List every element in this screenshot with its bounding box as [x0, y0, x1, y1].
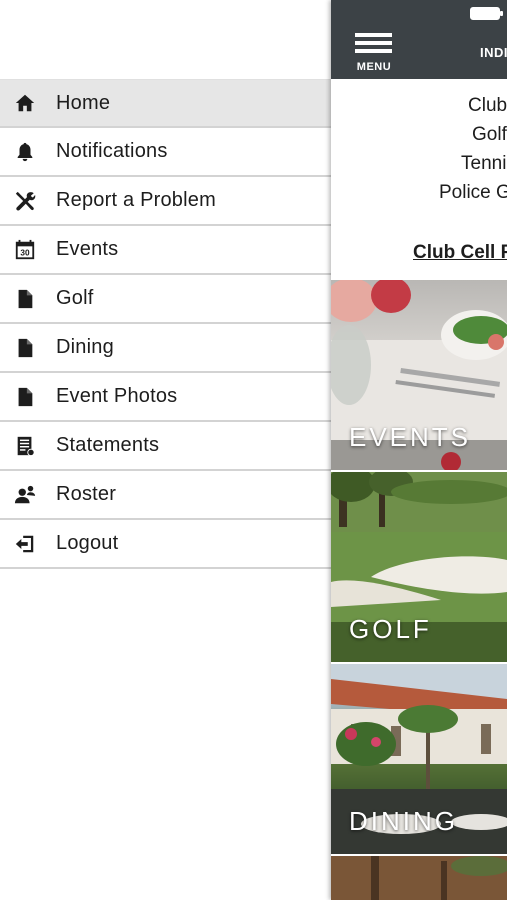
menu-item-report-problem[interactable]: Report a Problem	[0, 177, 331, 226]
menu-item-dining[interactable]: Dining	[0, 324, 331, 373]
next-tile-image	[331, 856, 507, 900]
next-tile[interactable]	[331, 856, 507, 900]
menu-button[interactable]: MENU	[353, 33, 395, 73]
battery-icon	[470, 7, 503, 20]
bell-icon	[13, 140, 37, 164]
menu-item-label: Home	[56, 91, 111, 114]
info-line: Golf	[472, 124, 507, 145]
menu-item-label: Logout	[56, 532, 119, 554]
menu-item-home[interactable]: Home	[0, 79, 331, 128]
menu-item-label: Dining	[56, 336, 114, 358]
menu-item-golf[interactable]: Golf	[0, 275, 331, 324]
logout-icon	[13, 532, 37, 556]
home-icon	[13, 91, 37, 115]
menu-item-label: Report a Problem	[56, 189, 216, 211]
document-icon	[13, 287, 37, 311]
menu-item-label: Notifications	[56, 140, 168, 162]
menu-item-label: Event Photos	[56, 385, 178, 407]
info-line: Police G	[439, 182, 507, 203]
menu-item-roster[interactable]: Roster	[0, 471, 331, 520]
menu-item-statements[interactable]: Statements	[0, 422, 331, 471]
hamburger-bar	[355, 33, 392, 37]
menu-item-label: Events	[56, 238, 119, 260]
golf-tile[interactable]: GOLF	[331, 472, 507, 662]
events-tile-label: EVENTS	[349, 422, 472, 452]
menu-item-event-photos[interactable]: Event Photos	[0, 373, 331, 422]
dining-tile[interactable]: DINING	[331, 664, 507, 854]
menu-button-label: MENU	[356, 61, 392, 73]
document-icon	[13, 336, 37, 360]
menu-item-logout[interactable]: Logout	[0, 520, 331, 569]
menu-item-events[interactable]: 30 Events	[0, 226, 331, 275]
navigation-drawer: Home Notifications Report a Problem 30 E…	[0, 0, 331, 900]
info-line: Club	[468, 95, 507, 116]
app-header: MENU INDI	[331, 0, 507, 79]
hamburger-bar	[355, 41, 392, 45]
menu-item-notifications[interactable]: Notifications	[0, 128, 331, 177]
dining-tile-label: DINING	[349, 806, 458, 836]
header-title: INDI	[480, 45, 507, 60]
document-icon	[13, 385, 37, 409]
hamburger-bar	[355, 49, 392, 53]
menu-item-label: Roster	[56, 483, 117, 505]
calendar-icon: 30	[13, 238, 37, 262]
golf-tile-label: GOLF	[349, 614, 432, 644]
statement-icon	[13, 434, 37, 458]
roster-icon	[13, 483, 37, 507]
tools-icon	[13, 189, 37, 213]
club-cell-link[interactable]: Club Cell P	[413, 242, 507, 264]
calendar-day: 30	[20, 248, 30, 257]
menu-item-label: Statements	[56, 434, 160, 456]
app-page[interactable]: MENU INDI Club Golf Tenni Police G Club …	[331, 0, 507, 900]
menu-item-label: Golf	[56, 287, 94, 309]
info-line: Tenni	[461, 153, 507, 174]
menu-list: Home Notifications Report a Problem 30 E…	[0, 79, 331, 569]
events-tile[interactable]: EVENTS	[331, 280, 507, 470]
